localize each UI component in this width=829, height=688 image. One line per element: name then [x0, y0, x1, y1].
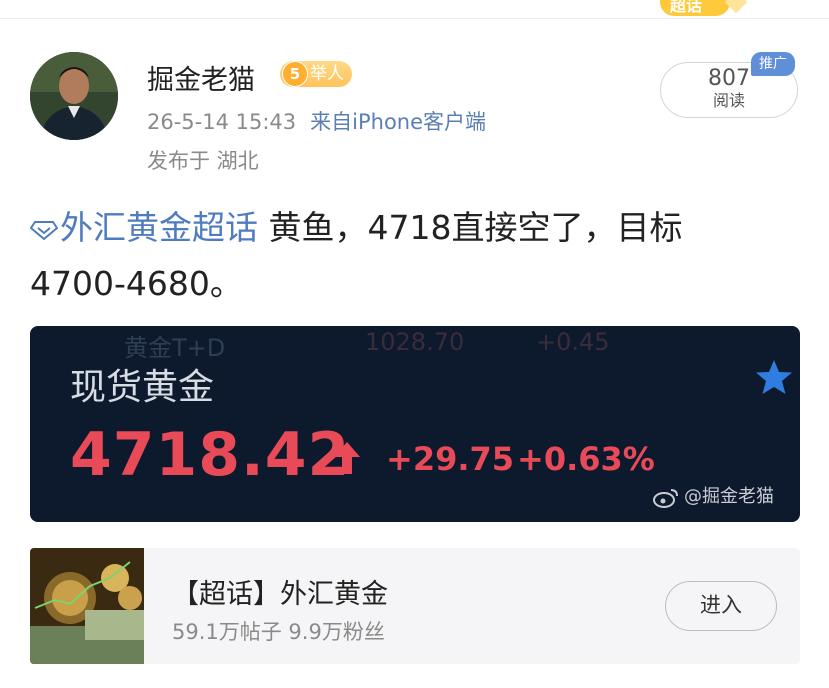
- post-text: 外汇黄金超话 黄鱼，4718直接空了，目标 4700-4680。: [30, 200, 810, 312]
- level-title: 举人: [310, 64, 344, 84]
- instrument-title: 现货黄金: [70, 367, 215, 408]
- promotion-tag: 推广: [751, 52, 795, 76]
- level-number: 5: [282, 61, 308, 87]
- star-icon[interactable]: [754, 358, 794, 396]
- watermark-text: @掘金老猫: [684, 486, 774, 507]
- topic-link[interactable]: 外汇黄金超话: [30, 208, 258, 247]
- post-text-line2: 4700-4680。: [30, 264, 243, 303]
- weibo-logo-icon: [653, 489, 678, 508]
- post-timestamp: 26-5-14 15:43: [147, 110, 297, 134]
- avatar[interactable]: [30, 52, 118, 140]
- topic-card-stats: 59.1万帖子 9.9万粉丝: [172, 620, 385, 644]
- user-level-badge[interactable]: 5 举人: [280, 61, 352, 87]
- avatar-image: [30, 52, 118, 140]
- up-arrow-icon: [334, 442, 360, 474]
- post-meta: 26-5-14 15:43 来自iPhone客户端: [147, 106, 486, 136]
- current-price: 4718.42: [70, 420, 351, 490]
- post-text-line1: 黄鱼，4718直接空了，目标: [258, 208, 683, 247]
- enter-button[interactable]: 进入: [665, 581, 777, 631]
- topic-card-title: 【超话】外汇黄金: [172, 579, 388, 610]
- diamond-icon: [30, 220, 58, 240]
- post-source[interactable]: 来自iPhone客户端: [310, 110, 486, 134]
- topic-thumbnail: [30, 548, 144, 664]
- topic-label: 外汇黄金超话: [60, 208, 258, 247]
- super-topic-corner-badge[interactable]: 超话: [660, 0, 748, 16]
- price-change: +29.75: [386, 440, 515, 478]
- super-topic-card[interactable]: 【超话】外汇黄金 59.1万帖子 9.9万粉丝 进入: [30, 548, 800, 664]
- gold-quote-card[interactable]: 黄金T+D 1028.70 +0.45 现货黄金 4718.42 +29.75 …: [30, 326, 800, 522]
- post-location: 发布于 湖北: [147, 149, 259, 173]
- price-change-percent: +0.63%: [517, 440, 655, 478]
- ghost-price: 1028.70: [365, 328, 465, 356]
- read-label: 阅读: [712, 91, 745, 110]
- badge-tail: [724, 0, 748, 14]
- top-divider: [0, 18, 829, 19]
- watermark: @掘金老猫: [652, 482, 774, 508]
- username[interactable]: 掘金老猫: [147, 58, 255, 97]
- ghost-change: +0.45: [536, 328, 610, 356]
- corner-badge-label: 超话: [670, 0, 703, 15]
